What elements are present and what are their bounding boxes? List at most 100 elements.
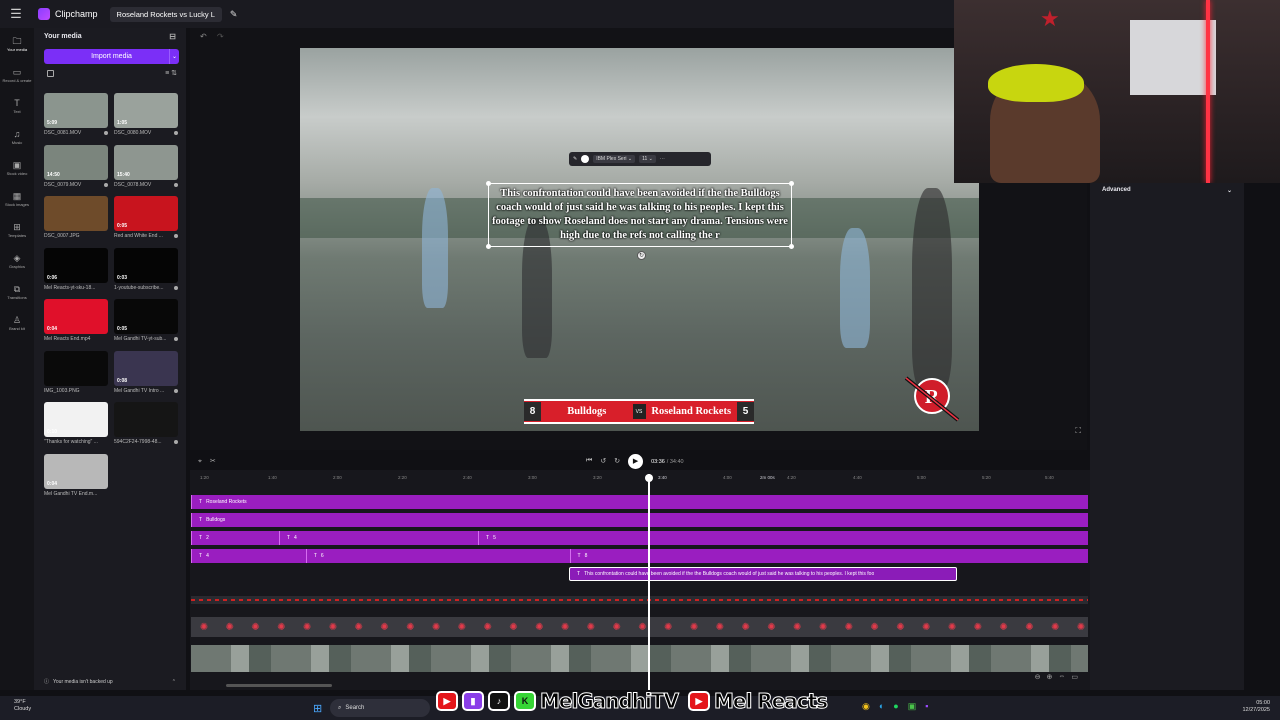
playhead[interactable] [645, 474, 653, 690]
edge-icon[interactable]: ◐ [879, 701, 884, 712]
rotate-handle-icon[interactable]: ↻ [637, 251, 646, 260]
rail-item-record[interactable]: ▭ Record & create [0, 59, 34, 90]
media-thumbnail[interactable]: 15:40 [114, 144, 178, 180]
selected-caption-clip[interactable]: T This confrontation could have been avo… [569, 567, 957, 581]
media-thumbnail[interactable]: 1:05 [114, 93, 178, 128]
game-icon[interactable]: ▣ [908, 701, 917, 712]
windows-start-icon[interactable]: ⊞ [313, 702, 322, 715]
fit-timeline-icon[interactable]: ⇔ [1058, 673, 1065, 681]
text-clip[interactable]: T Bulldogs [191, 513, 1088, 527]
chevron-up-icon[interactable]: ⌃ [172, 679, 176, 685]
zoom-out-icon[interactable]: ⊖ [1035, 673, 1041, 681]
redo-icon[interactable]: ↷ [217, 32, 224, 41]
play-button[interactable]: ▶ [628, 453, 644, 469]
resize-handle[interactable] [486, 244, 491, 249]
media-thumbnail[interactable]: 14:50 [44, 144, 108, 180]
rail-item-graphics[interactable]: ◈ Graphics [0, 245, 34, 276]
import-dropdown-icon[interactable]: ⌄ [169, 49, 179, 64]
media-tile[interactable]: 0:04 Mel Gandhi TV End.m... [44, 453, 108, 497]
text-clip[interactable]: T Roseland Rockets [191, 495, 1088, 509]
advanced-section[interactable]: Advanced ⌄ [1090, 183, 1244, 197]
rail-item-templates[interactable]: ⊞ Templates [0, 214, 34, 245]
spotify-icon[interactable]: ● [893, 701, 898, 712]
magic-wand-icon[interactable]: ✎ [230, 9, 238, 20]
media-tile[interactable]: 5:09 DSC_0081.MOV [44, 93, 108, 136]
video-track[interactable] [191, 645, 1088, 672]
media-thumbnail[interactable]: 0:04 [44, 453, 108, 489]
split-icon[interactable]: ✂ [210, 458, 216, 465]
rail-item-stock-video[interactable]: ▣ Stock video [0, 152, 34, 183]
media-thumbnail[interactable]: 0:05 [114, 196, 178, 231]
zoom-in-icon[interactable]: ⊕ [1047, 673, 1053, 681]
fullscreen-icon[interactable]: ⛶ [1075, 426, 1081, 436]
undo-icon[interactable]: ↶ [200, 32, 207, 41]
caption-text[interactable]: This confrontation could have been avoid… [489, 187, 791, 243]
media-tile[interactable]: 0:06 Mel Reacts-yt-sku-18... [44, 247, 108, 291]
forward-5-icon[interactable]: ↻ [614, 457, 620, 465]
text-color-swatch[interactable] [581, 155, 590, 163]
chrome-icon[interactable]: ◉ [862, 701, 870, 712]
text-clip[interactable]: T5 [478, 531, 1088, 545]
text-clip[interactable]: T2 [191, 531, 279, 545]
video-preview[interactable]: ✎ IBM Plex Seri ⌄ 11 ⌄ ⋯ This confrontat… [300, 48, 979, 431]
project-title[interactable]: Roseland Rockets vs Lucky L [109, 6, 222, 22]
media-tile[interactable]: IMG_1003.PNG [44, 350, 108, 394]
text-clip[interactable]: T6 [305, 549, 570, 563]
timeline-view-icon[interactable]: ▭ [1071, 673, 1078, 681]
rail-item-folder[interactable]: 🗀 Your media [0, 28, 34, 59]
skip-back-icon[interactable]: ⏮ [586, 457, 592, 465]
media-tile[interactable]: 0:05 Mel Gandhi TV-yt-sub... [114, 299, 178, 342]
media-thumbnail[interactable]: 0:04 [44, 299, 108, 334]
timeline-scrollbar[interactable] [226, 684, 332, 687]
chevron-down-icon[interactable]: ⌄ [1227, 187, 1232, 194]
media-thumbnail[interactable] [44, 350, 108, 386]
clock[interactable]: 05:00 12/27/2025 [1242, 700, 1270, 714]
rail-item-music[interactable]: ♫ Music [0, 121, 34, 152]
font-size-select[interactable]: 11 ⌄ [639, 155, 656, 163]
magnet-icon[interactable]: ⌖ [198, 458, 202, 465]
caption-text-box[interactable]: This confrontation could have been avoid… [486, 181, 794, 249]
import-media-button[interactable]: Import media ⌄ [44, 49, 179, 64]
media-thumbnail[interactable]: 0:06 [44, 247, 108, 283]
media-tile[interactable]: 1:05 DSC_0080.MOV [114, 93, 178, 136]
resize-handle[interactable] [789, 181, 794, 186]
audio-track[interactable] [191, 596, 1088, 604]
media-tile[interactable]: DSC_0007.JPG [44, 196, 108, 239]
clipchamp-taskbar-icon[interactable]: ▪ [925, 701, 928, 712]
media-tile[interactable]: 0:04 Mel Reacts End.mp4 [44, 299, 108, 342]
media-thumbnail[interactable]: 0:10 [44, 402, 108, 437]
logo-overlay-track[interactable]: ✺ ✺ ✺ ✺ ✺ ✺ ✺ ✺ ✺ ✺ ✺ ✺ ✺ ✺ ✺ ✺ ✺ ✺ ✺ ✺ ✺ ✺ ✺ ✺ ✺ ✺ ✺ ✺ ✺ ✺ ✺ ✺ ✺ ✺ ✺ [191, 617, 1088, 637]
select-all-checkbox[interactable] [47, 69, 54, 77]
media-tile[interactable]: 0:10 "Thanks for watching" ... [44, 402, 108, 445]
rail-item-text[interactable]: T Text [0, 90, 34, 121]
menu-icon[interactable]: ☰ [0, 6, 32, 22]
weather-widget[interactable]: 39°F Cloudy [14, 699, 31, 713]
media-thumbnail[interactable]: 5:09 [44, 93, 108, 128]
media-tile[interactable]: 0:08 Mel Gandhi TV Intro ... [114, 350, 178, 394]
more-options-icon[interactable]: ⋯ [660, 156, 665, 162]
resize-handle[interactable] [486, 181, 491, 186]
collapse-panel-icon[interactable]: ⊟ [169, 32, 176, 41]
media-tile[interactable]: 594C2F24-7998-48... [114, 402, 178, 445]
timeline-ruler[interactable]: 1:20 1:40 2:00 2:20 2:40 3:00 3:20 3:40 4:00 2m 0… [190, 470, 1090, 484]
media-tile[interactable]: 14:50 DSC_0079.MOV [44, 144, 108, 188]
media-tile[interactable]: 0:03 1-youtube-subscribe... [114, 247, 178, 291]
media-thumbnail[interactable] [114, 402, 178, 437]
media-tile[interactable]: 0:05 Red and White End ... [114, 196, 178, 239]
sort-filter-icon[interactable]: ≡ ⇅ [165, 69, 177, 77]
rail-item-stock-images[interactable]: ▦ Stock images [0, 183, 34, 214]
media-thumbnail[interactable]: 0:05 [114, 299, 178, 334]
edit-text-icon[interactable]: ✎ [573, 156, 577, 162]
media-tile[interactable]: 15:40 DSC_0078.MOV [114, 144, 178, 188]
media-thumbnail[interactable]: 0:08 [114, 350, 178, 386]
backup-notice[interactable]: ⓘ Your media isn't backed up ⌃ [44, 678, 176, 686]
media-thumbnail[interactable]: 0:03 [114, 247, 178, 283]
font-select[interactable]: IBM Plex Seri ⌄ [593, 155, 636, 163]
rewind-5-icon[interactable]: ↺ [600, 457, 606, 465]
media-thumbnail[interactable] [44, 196, 108, 231]
taskbar-search[interactable]: ⌕ Search [330, 699, 430, 717]
resize-handle[interactable] [789, 244, 794, 249]
rail-item-transitions[interactable]: ⧉ Transitions [0, 276, 34, 307]
text-clip[interactable]: T4 [278, 531, 479, 545]
rail-item-brand-kit[interactable]: ♙ Brand kit [0, 307, 34, 338]
